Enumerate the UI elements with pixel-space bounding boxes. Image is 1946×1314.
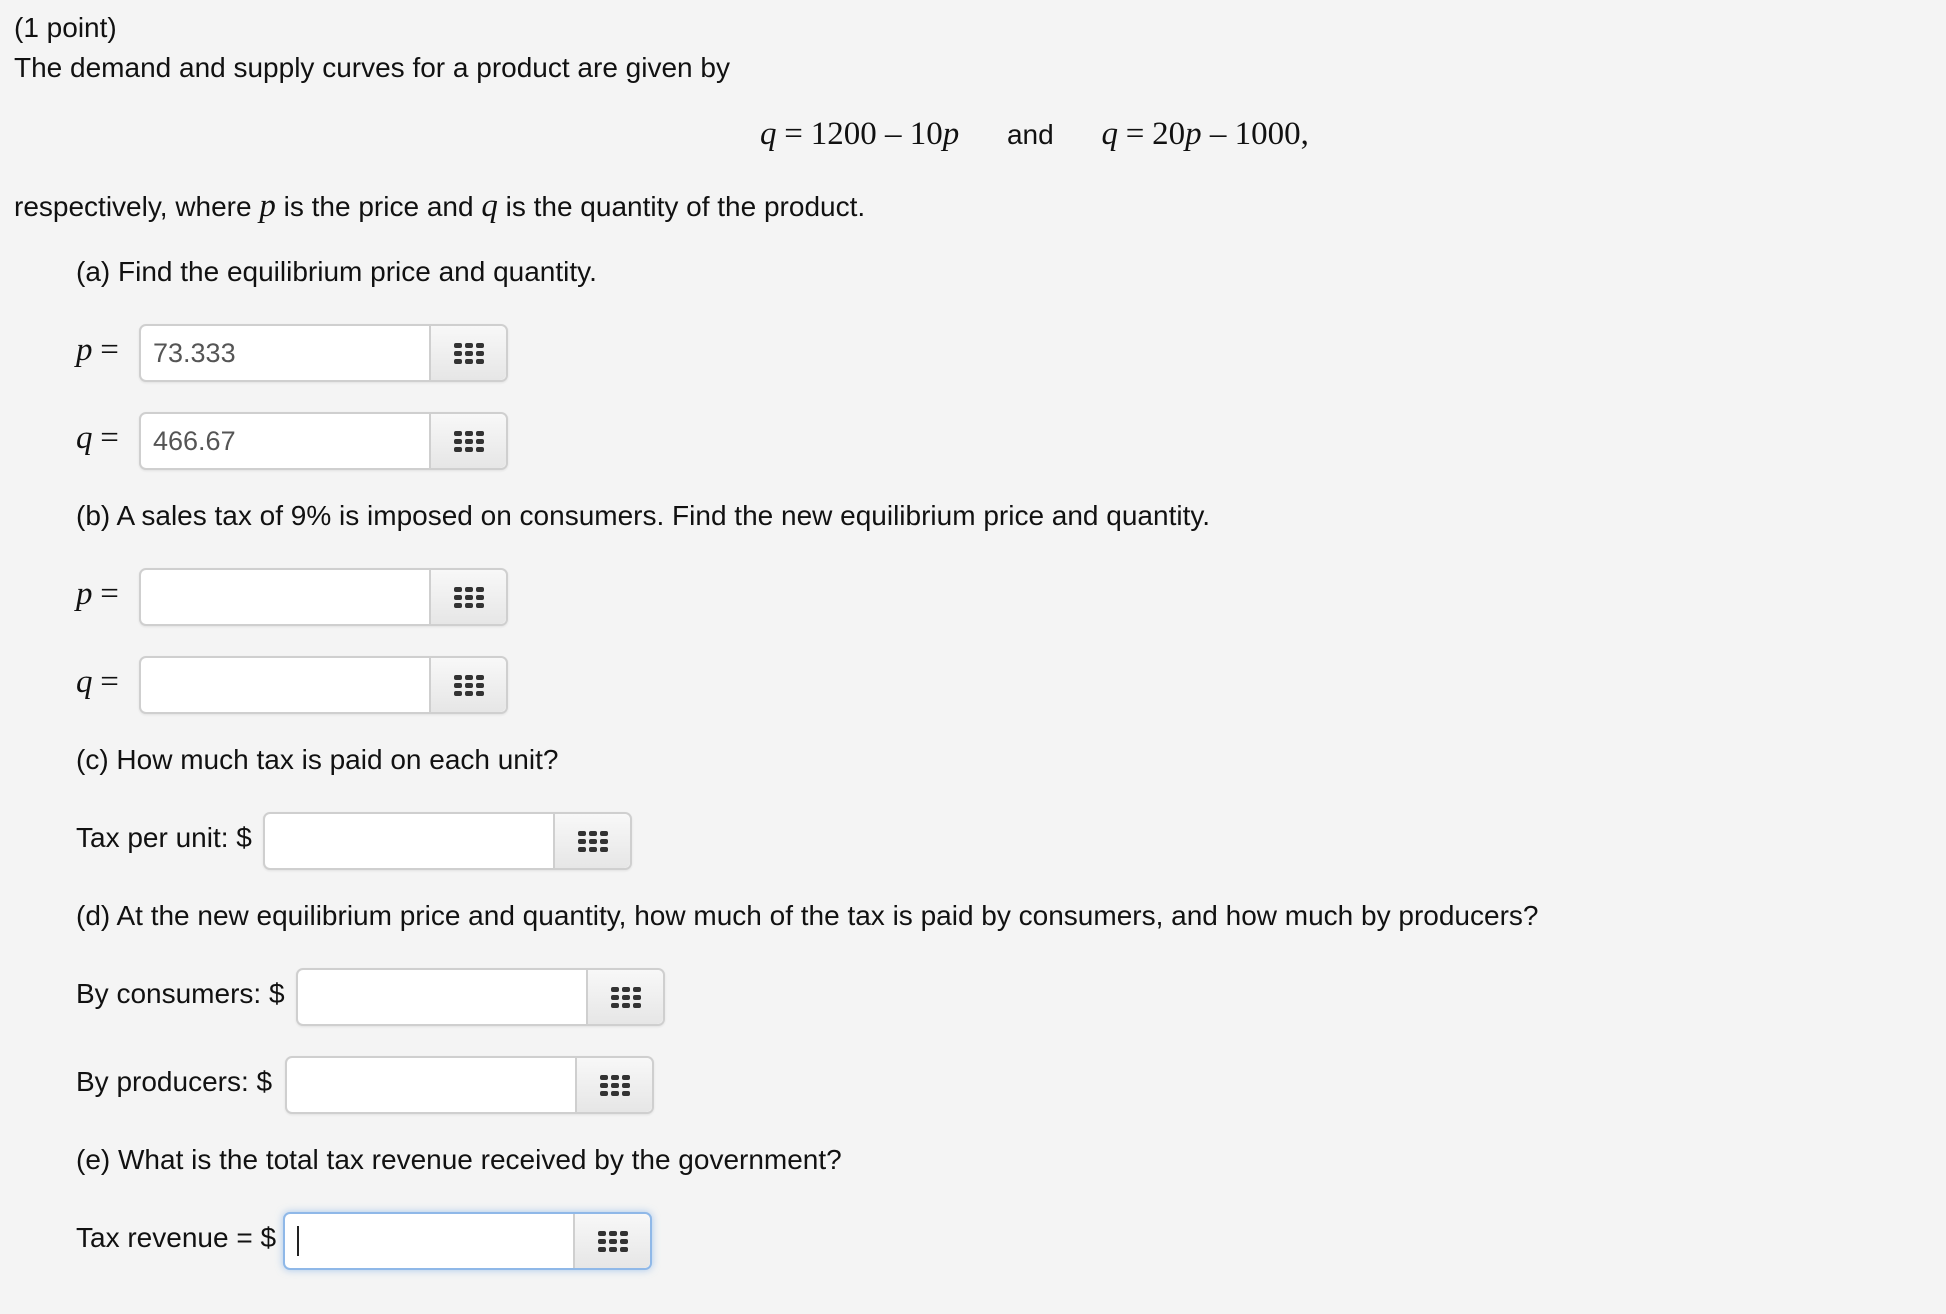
equation-connector: and bbox=[1006, 119, 1054, 150]
explanation-text: is the quantity of the product. bbox=[505, 191, 866, 222]
var-p: p bbox=[76, 332, 93, 368]
part-c-question: (c) How much tax is paid on each unit? bbox=[76, 744, 559, 775]
part-a-p-input[interactable] bbox=[141, 326, 429, 380]
explanation-text: respectively, where bbox=[14, 191, 252, 222]
equation-editor-button[interactable] bbox=[553, 814, 630, 868]
part-a-q-input[interactable] bbox=[141, 414, 429, 468]
equals-sign: = bbox=[100, 420, 119, 456]
tax-revenue-label: Tax revenue = $ bbox=[76, 1222, 277, 1253]
tax-per-unit-field bbox=[263, 812, 632, 870]
demand-rhs-var: p bbox=[942, 116, 960, 152]
equals-sign: = bbox=[100, 576, 119, 612]
supply-rhs-coef: 20 bbox=[1152, 116, 1186, 152]
grid-icon bbox=[599, 1074, 630, 1096]
part-a-p-field bbox=[139, 324, 508, 382]
explanation: respectively, where p is the price and q… bbox=[14, 188, 865, 225]
part-a-question: (a) Find the equilibrium price and quant… bbox=[76, 256, 597, 287]
grid-icon bbox=[453, 342, 484, 364]
grid-icon bbox=[453, 430, 484, 452]
part-b-q-input[interactable] bbox=[141, 658, 429, 712]
by-consumers-label: By consumers: $ bbox=[76, 978, 285, 1009]
part-d-question: (d) At the new equilibrium price and qua… bbox=[76, 900, 1539, 931]
tax-per-unit-label: Tax per unit: $ bbox=[76, 822, 252, 853]
part-a-p-label: p = bbox=[76, 332, 119, 369]
equation-editor-button[interactable] bbox=[573, 1214, 650, 1268]
part-b-question: (b) A sales tax of 9% is imposed on cons… bbox=[76, 500, 1211, 531]
part-a-q-field bbox=[139, 412, 508, 470]
equation-editor-button[interactable] bbox=[429, 414, 506, 468]
part-b-q-field bbox=[139, 656, 508, 714]
var-q: q bbox=[76, 420, 93, 456]
equals-sign: = bbox=[100, 664, 119, 700]
var-q: q bbox=[481, 188, 498, 224]
points-label: (1 point) bbox=[14, 12, 117, 43]
var-q: q bbox=[76, 664, 93, 700]
explanation-text: is the price and bbox=[283, 191, 474, 222]
part-b-p-field bbox=[139, 568, 508, 626]
demand-equals: = bbox=[784, 116, 803, 152]
demand-lhs: q bbox=[760, 116, 777, 152]
problem-intro: The demand and supply curves for a produ… bbox=[14, 52, 730, 83]
demand-rhs: 1200 – 10 bbox=[810, 116, 943, 152]
equation-editor-button[interactable] bbox=[586, 970, 663, 1024]
supply-lhs: q bbox=[1101, 116, 1118, 152]
by-producers-label: By producers: $ bbox=[76, 1066, 273, 1097]
equation-editor-button[interactable] bbox=[429, 658, 506, 712]
by-producers-input[interactable] bbox=[287, 1058, 575, 1112]
part-e-question: (e) What is the total tax revenue receiv… bbox=[76, 1144, 842, 1175]
grid-icon bbox=[610, 986, 641, 1008]
tax-revenue-input[interactable] bbox=[285, 1214, 573, 1268]
equation-row: q = 1200 – 10p and q = 20p – 1000, bbox=[760, 116, 1309, 153]
grid-icon bbox=[453, 586, 484, 608]
part-b-p-label: p = bbox=[76, 576, 119, 613]
by-producers-field bbox=[285, 1056, 654, 1114]
equals-sign: = bbox=[100, 332, 119, 368]
text-caret bbox=[297, 1226, 299, 1256]
part-b-p-input[interactable] bbox=[141, 570, 429, 624]
grid-icon bbox=[597, 1230, 628, 1252]
tax-revenue-field bbox=[283, 1212, 652, 1270]
equation-editor-button[interactable] bbox=[575, 1058, 652, 1112]
supply-equals: = bbox=[1125, 116, 1145, 152]
var-p: p bbox=[259, 188, 276, 224]
grid-icon bbox=[453, 674, 484, 696]
var-p: p bbox=[76, 576, 93, 612]
grid-icon bbox=[577, 830, 608, 852]
by-consumers-input[interactable] bbox=[298, 970, 586, 1024]
by-consumers-field bbox=[296, 968, 665, 1026]
equation-editor-button[interactable] bbox=[429, 326, 506, 380]
equation-editor-button[interactable] bbox=[429, 570, 506, 624]
supply-rhs-var: p bbox=[1185, 116, 1202, 152]
part-a-q-label: q = bbox=[76, 420, 119, 457]
tax-per-unit-input[interactable] bbox=[265, 814, 553, 868]
part-b-q-label: q = bbox=[76, 664, 119, 701]
supply-rhs-const: – 1000, bbox=[1201, 116, 1309, 152]
